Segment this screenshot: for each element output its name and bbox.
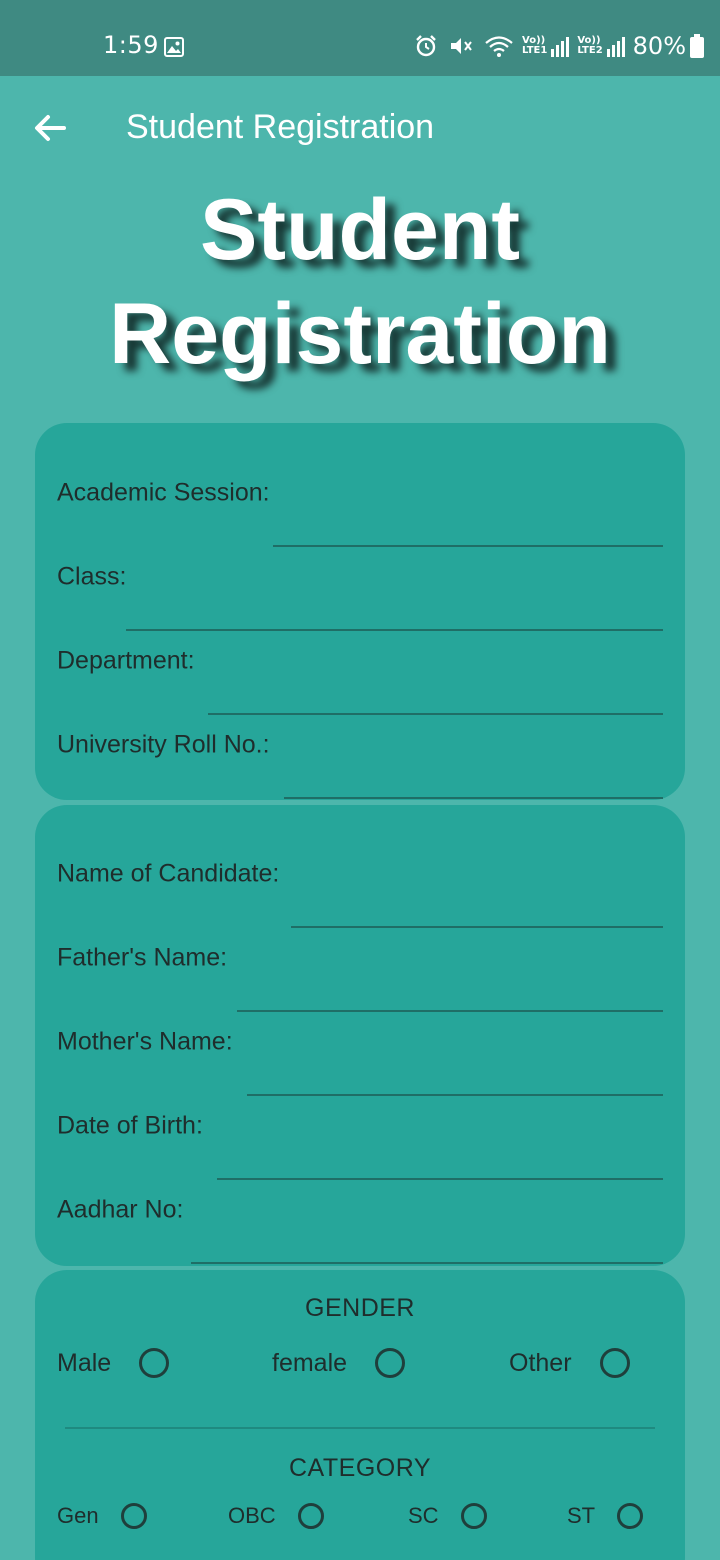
mother-name-field: Mother's Name: [57, 992, 663, 1096]
gender-heading: GENDER [305, 1294, 415, 1322]
university-roll-field: University Roll No.: [57, 695, 663, 799]
sim1-label: Vo)) LTE1 [522, 36, 547, 56]
category-st-label: ST [567, 1503, 596, 1528]
class-label: Class: [57, 562, 127, 591]
female-radio[interactable] [375, 1348, 406, 1378]
category-heading: CATEGORY [289, 1454, 431, 1482]
signal-icon [606, 37, 625, 57]
aadhar-field: Aadhar No: [57, 1160, 663, 1264]
other-radio[interactable] [599, 1348, 630, 1378]
gallery-icon [164, 37, 184, 57]
candidate-name-label: Name of Candidate: [57, 859, 280, 888]
date-of-birth-label: Date of Birth: [57, 1111, 203, 1140]
category-option-st[interactable]: ST [567, 1503, 644, 1529]
aadhar-label: Aadhar No: [57, 1195, 184, 1224]
university-roll-input[interactable] [284, 699, 663, 799]
alarm-icon [416, 35, 436, 57]
academic-session-label: Academic Session: [57, 478, 270, 507]
date-of-birth-field: Date of Birth: [57, 1076, 663, 1180]
back-arrow-icon[interactable] [30, 108, 70, 148]
sim1-lte: LTE1 [522, 45, 548, 56]
category-option-obc[interactable]: OBC [228, 1503, 324, 1529]
category-obc-label: OBC [228, 1503, 276, 1528]
gender-other-label: Other [509, 1348, 572, 1377]
academic-details-card: Academic Session: Class: Department: Uni… [35, 423, 685, 800]
st-radio[interactable] [617, 1503, 644, 1529]
status-time: 1:59 [103, 31, 159, 59]
candidate-name-field: Name of Candidate: [57, 824, 663, 928]
app-bar-title: Student Registration [126, 108, 435, 146]
status-bar: 1:59 Vo)) LTE1 Vo)) LTE2 80% [0, 0, 720, 76]
mother-name-label: Mother's Name: [57, 1027, 233, 1056]
section-divider [65, 1427, 655, 1429]
class-field: Class: [57, 527, 663, 631]
battery-icon [690, 34, 704, 58]
category-option-sc[interactable]: SC [408, 1503, 487, 1529]
category-option-gen[interactable]: Gen [57, 1503, 147, 1529]
gender-option-female[interactable]: female [272, 1348, 406, 1378]
gender-option-other[interactable]: Other [509, 1348, 630, 1378]
gender-option-male[interactable]: Male [57, 1348, 170, 1378]
status-icons: Vo)) LTE1 Vo)) LTE2 80% [414, 30, 704, 62]
male-radio[interactable] [139, 1348, 170, 1378]
sim2-lte: LTE2 [577, 45, 603, 56]
page-title-line-1: Student [199, 182, 521, 278]
mute-icon [451, 38, 472, 54]
father-name-field: Father's Name: [57, 908, 663, 1012]
category-sc-label: SC [408, 1503, 439, 1528]
wifi-icon [485, 36, 513, 57]
academic-session-field: Academic Session: [57, 443, 663, 547]
page-title: Student Registration [0, 178, 720, 386]
obc-radio[interactable] [297, 1503, 324, 1529]
personal-details-card: Name of Candidate: Father's Name: Mother… [35, 805, 685, 1266]
aadhar-input[interactable] [191, 1164, 663, 1264]
department-label: Department: [57, 646, 195, 675]
university-roll-label: University Roll No.: [57, 730, 270, 759]
gender-male-label: Male [57, 1348, 112, 1377]
gender-category-card: GENDER Male female Other CATEGORY Gen OB… [35, 1270, 685, 1560]
father-name-label: Father's Name: [57, 943, 228, 972]
department-field: Department: [57, 611, 663, 715]
signal-icon [551, 37, 570, 57]
page-title-line-2: Registration [109, 286, 611, 382]
sim2-label: Vo)) LTE2 [577, 36, 602, 56]
category-gen-label: Gen [57, 1503, 99, 1528]
app-bar: Student Registration [0, 76, 720, 180]
sc-radio[interactable] [460, 1503, 487, 1529]
gen-radio[interactable] [120, 1503, 147, 1529]
battery-percent: 80% [632, 32, 686, 60]
gender-female-label: female [272, 1348, 348, 1377]
